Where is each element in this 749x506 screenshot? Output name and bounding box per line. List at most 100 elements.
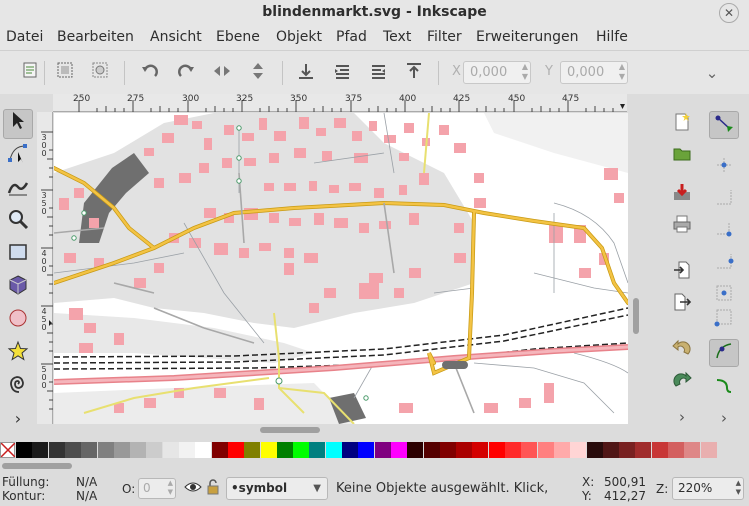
snap-page-icon[interactable] <box>709 306 739 334</box>
palette-swatch[interactable] <box>472 442 489 458</box>
palette-swatch[interactable] <box>113 442 130 458</box>
fill-value[interactable]: N/A <box>76 475 97 489</box>
snap-toggle-icon[interactable] <box>709 111 739 139</box>
deselect-icon[interactable] <box>88 61 112 85</box>
ellipse-tool-icon[interactable] <box>3 307 33 337</box>
canvas-vertical-scrollbar[interactable] <box>630 100 642 424</box>
snap-bbox-corner-icon[interactable] <box>709 218 739 246</box>
new-document-icon[interactable] <box>669 112 695 138</box>
zoom-spin-icon[interactable]: ▲ ▼ <box>736 479 741 497</box>
menu-hilfe[interactable]: Hilfe <box>596 29 628 45</box>
y-spin-arrows-icon[interactable]: ▲ ▼ <box>619 62 625 82</box>
palette-swatch[interactable] <box>342 442 358 458</box>
select-all-icon[interactable] <box>18 61 42 85</box>
palette-swatch[interactable] <box>293 442 310 458</box>
palette-swatch[interactable] <box>97 442 114 458</box>
palette-swatch[interactable] <box>358 442 375 458</box>
undo-icon[interactable] <box>669 338 695 364</box>
palette-swatch[interactable] <box>374 442 391 458</box>
palette-swatch[interactable] <box>146 442 163 458</box>
stroke-value[interactable]: N/A <box>76 489 97 503</box>
palette-swatch[interactable] <box>423 442 440 458</box>
snap-bbox-midpoint-icon[interactable] <box>709 250 739 278</box>
redo-icon[interactable] <box>669 370 695 396</box>
opacity-input[interactable]: 0 ▲ ▼ <box>138 478 176 499</box>
y-input[interactable]: 0,000 ▲ ▼ <box>560 61 628 84</box>
drawing-canvas[interactable] <box>54 113 628 424</box>
x-input[interactable]: 0,000 ▲ ▼ <box>463 61 531 84</box>
raise-icon[interactable] <box>366 61 390 85</box>
sidebar-more-icon[interactable]: › <box>669 404 695 430</box>
eye-visibility-icon[interactable] <box>184 480 202 497</box>
palette-swatch[interactable] <box>211 442 228 458</box>
palette-swatch[interactable] <box>619 442 636 458</box>
zoom-input[interactable]: 220% ▲ ▼ <box>672 477 744 500</box>
export-icon[interactable] <box>669 292 695 318</box>
palette-swatch[interactable] <box>64 442 81 458</box>
palette-swatch[interactable] <box>130 442 147 458</box>
tools-more-icon[interactable]: › <box>3 404 33 434</box>
palette-swatch[interactable] <box>521 442 538 458</box>
palette-swatch[interactable] <box>570 442 587 458</box>
palette-swatch[interactable] <box>162 442 179 458</box>
palette-swatch[interactable] <box>195 442 212 458</box>
node-tool-icon[interactable] <box>3 142 33 172</box>
canvas-horizontal-scrollbar[interactable] <box>54 424 628 436</box>
snap-nodes-icon[interactable] <box>709 339 739 367</box>
palette-swatch[interactable] <box>407 442 424 458</box>
palette-swatch[interactable] <box>668 442 684 458</box>
print-icon[interactable] <box>669 214 695 240</box>
palette-scrollbar[interactable] <box>0 459 749 473</box>
palette-swatch[interactable] <box>260 442 277 458</box>
palette-swatch[interactable] <box>179 442 195 458</box>
toolbar-overflow-icon[interactable]: ⌄ <box>700 61 724 85</box>
menu-erweiterungen[interactable]: Erweiterungen <box>476 29 579 45</box>
star-tool-icon[interactable] <box>3 340 33 370</box>
palette-swatch[interactable] <box>635 442 652 458</box>
palette-swatch[interactable] <box>439 442 456 458</box>
palette-swatch[interactable] <box>586 442 603 458</box>
menu-objekt[interactable]: Objekt <box>276 29 322 45</box>
tweak-tool-icon[interactable] <box>3 175 33 205</box>
palette-swatch[interactable] <box>602 442 619 458</box>
flip-horizontal-icon[interactable] <box>210 61 234 85</box>
save-document-icon[interactable] <box>669 182 695 208</box>
lock-icon[interactable] <box>206 479 220 498</box>
layer-selector[interactable]: •symbol ▼ <box>226 477 328 500</box>
vertical-scroll-thumb[interactable] <box>633 298 639 334</box>
palette-swatch[interactable] <box>390 442 407 458</box>
snap-bbox-edge-icon[interactable] <box>709 186 739 214</box>
palette-swatch[interactable] <box>488 442 505 458</box>
selector-tool-icon[interactable] <box>3 109 33 139</box>
palette-swatch[interactable] <box>684 442 701 458</box>
open-folder-icon[interactable] <box>669 144 695 170</box>
x-spin-arrows-icon[interactable]: ▲ ▼ <box>522 62 528 82</box>
palette-swatch[interactable] <box>16 442 32 458</box>
palette-swatch[interactable] <box>505 442 521 458</box>
menu-ebene[interactable]: Ebene <box>216 29 260 45</box>
select-all-layers-icon[interactable] <box>53 61 77 85</box>
palette-swatch[interactable] <box>227 442 244 458</box>
menu-filter[interactable]: Filter <box>427 29 462 45</box>
menu-text[interactable]: Text <box>383 29 411 45</box>
3d-box-tool-icon[interactable] <box>3 274 33 304</box>
import-icon[interactable] <box>669 260 695 286</box>
snap-more-icon[interactable]: › <box>709 404 739 432</box>
palette-swatch[interactable] <box>325 442 342 458</box>
menu-datei[interactable]: Datei <box>6 29 43 45</box>
palette-swatch[interactable] <box>537 442 554 458</box>
palette-swatch[interactable] <box>81 442 98 458</box>
lower-to-bottom-icon[interactable] <box>294 61 318 85</box>
palette-swatch[interactable] <box>700 442 717 458</box>
window-close-button[interactable]: ✕ <box>719 3 739 23</box>
menu-pfad[interactable]: Pfad <box>336 29 367 45</box>
flip-vertical-icon[interactable] <box>246 61 270 85</box>
lower-icon[interactable] <box>330 61 354 85</box>
raise-to-top-icon[interactable] <box>402 61 426 85</box>
opacity-spin-icon[interactable]: ▲ ▼ <box>168 479 173 497</box>
rectangle-tool-icon[interactable] <box>3 241 33 271</box>
palette-swatch[interactable] <box>32 442 49 458</box>
menu-bearbeiten[interactable]: Bearbeiten <box>57 29 134 45</box>
palette-swatch[interactable] <box>553 442 570 458</box>
snap-path-icon[interactable] <box>709 374 739 402</box>
